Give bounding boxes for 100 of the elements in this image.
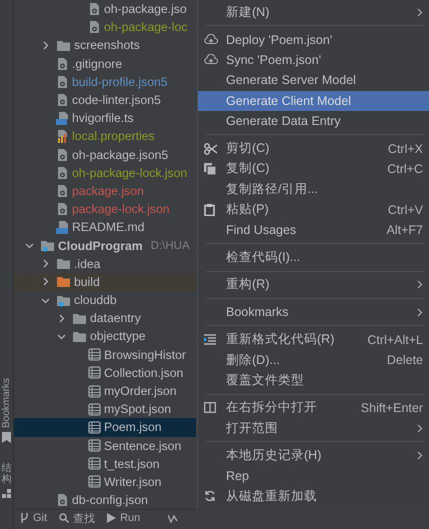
file-name: .gitignore [72,56,122,71]
menu-item[interactable]: 重构(R) [198,274,429,296]
search-icon [59,513,70,524]
menu-item[interactable]: 覆盖文件类型 [198,370,429,391]
file-name: myOrder.json [104,384,176,398]
menu-item[interactable]: 检查代码(I)... [198,247,429,268]
tool-window-button[interactable]: Run [107,512,140,524]
menu-item[interactable]: Generate Data Entry [198,110,429,132]
file-name: t_test.json [104,456,160,471]
tree-row[interactable]: Collection.json [14,364,196,382]
cloud-icon [204,54,218,66]
file-icon [56,93,69,108]
tree-row[interactable]: oh-package-loc [14,18,196,36]
file-icon [56,56,69,71]
menu-item[interactable]: Deploy 'Poem.json' [198,29,429,50]
chevron-down-icon[interactable] [25,241,34,250]
menu-item[interactable]: 从磁盘重新加载 [198,486,429,507]
tree-row[interactable]: db-config.json [14,491,196,510]
folder-icon [56,275,71,288]
chevron-right-icon[interactable] [57,314,66,323]
menu-item[interactable]: 重新格式化代码(R) Ctrl+Alt+L [198,329,429,350]
chevron-down-icon[interactable] [41,296,50,305]
menu-item[interactable]: 在右拆分中打开 Shift+Enter [198,398,429,418]
file-name: db-config.json [72,493,148,508]
bookmark-icon[interactable] [2,432,11,444]
markdown-file-icon [56,220,69,234]
file-icon [56,74,69,89]
table-file-icon [88,384,101,398]
file-name: oh-package-loc [104,20,188,34]
table-file-icon [88,439,101,452]
refresh-icon [204,490,216,502]
tree-row[interactable]: build-profile.json5 [14,72,196,91]
menu-item[interactable]: Bookmarks [198,302,429,322]
format-icon [204,334,216,346]
script-file-icon [56,111,69,126]
menu-item[interactable]: 粘贴(P) Ctrl+V [198,200,429,220]
folder-icon [56,38,71,52]
file-name: README.md [72,220,144,234]
chevron-right-icon[interactable] [41,259,50,268]
tree-row[interactable]: Sentence.json [14,436,196,455]
menu-item[interactable]: 打开范围 [198,418,429,438]
menu-item[interactable]: Generate Server Model [198,70,429,91]
graph-icon[interactable] [168,514,178,523]
file-name: BrowsingHistor [104,348,186,362]
folder-icon [56,294,71,307]
tool-window-button[interactable]: 查找 [59,510,96,526]
file-name: objecttype [90,329,146,344]
tree-row[interactable]: clouddb [14,291,196,310]
file-icon [56,202,69,216]
menu-item[interactable]: Sync 'Poem.json' [198,50,429,70]
file-name: dataentry [90,311,141,326]
tree-row[interactable]: README.md [14,218,196,236]
chevron-right-icon[interactable] [41,277,50,286]
table-file-icon [88,348,101,362]
tree-row[interactable]: .gitignore [14,54,196,73]
structure-icon[interactable] [2,489,12,500]
file-name: Poem.json [104,420,162,434]
tree-row[interactable]: dataentry [14,309,196,328]
folder-icon [40,239,55,252]
tree-row[interactable]: code-linter.json5 [14,90,196,110]
tree-row[interactable]: Poem.json [14,418,196,436]
tree-row[interactable]: BrowsingHistor [14,346,196,364]
tree-row[interactable]: .idea [14,254,196,273]
properties-file-icon [56,129,69,144]
menu-item[interactable]: 复制(C) Ctrl+C [198,158,429,180]
tree-row[interactable]: screenshots [14,36,196,55]
tree-row[interactable]: oh-package-lock.json [14,164,196,182]
menu-item[interactable]: Generate Client Model [198,90,429,111]
tree-row[interactable]: mySpot.json [14,400,196,418]
tool-window-button[interactable]: Git [20,512,48,524]
tree-row[interactable]: myOrder.json [14,382,196,400]
tree-row[interactable]: CloudProgram D:\HUA [14,236,196,255]
chevron-right-icon[interactable] [41,40,50,50]
chevron-down-icon[interactable] [57,332,66,341]
copy-icon [204,162,216,175]
file-name: mySpot.json [104,402,172,416]
tree-row[interactable]: oh-package.json5 [14,146,196,164]
branch-icon [20,513,29,524]
clipboard-icon [204,204,215,216]
menu-item[interactable]: Find Usages Alt+F7 [198,220,429,240]
tree-row[interactable]: oh-package.jso [14,0,196,18]
bookmarks-tab[interactable]: Bookmarks [1,378,12,428]
menu-item[interactable]: 删除(D)... Delete [198,350,429,370]
tree-row[interactable]: hvigorfile.ts [14,109,196,128]
structure-tab[interactable]: 结构 [2,463,12,486]
scissors-icon [204,142,217,155]
menu-item[interactable]: 本地历史记录(H) [198,445,429,466]
menu-item[interactable]: 复制路径/引用... [198,179,429,200]
tree-row[interactable]: build [14,272,196,291]
table-file-icon [88,420,101,434]
file-name: code-linter.json5 [72,93,161,108]
menu-item[interactable]: 新建(N) [198,2,429,22]
menu-item[interactable]: 剪切(C) Ctrl+X [198,138,429,159]
tree-row[interactable]: local.properties [14,127,196,146]
tree-row[interactable]: t_test.json [14,454,196,473]
tree-row[interactable]: objecttype [14,327,196,346]
menu-item[interactable]: Rep [198,466,429,486]
file-name: oh-package.jso [104,2,187,16]
tree-row[interactable]: Writer.json [14,472,196,492]
file-name: Collection.json [104,366,184,380]
